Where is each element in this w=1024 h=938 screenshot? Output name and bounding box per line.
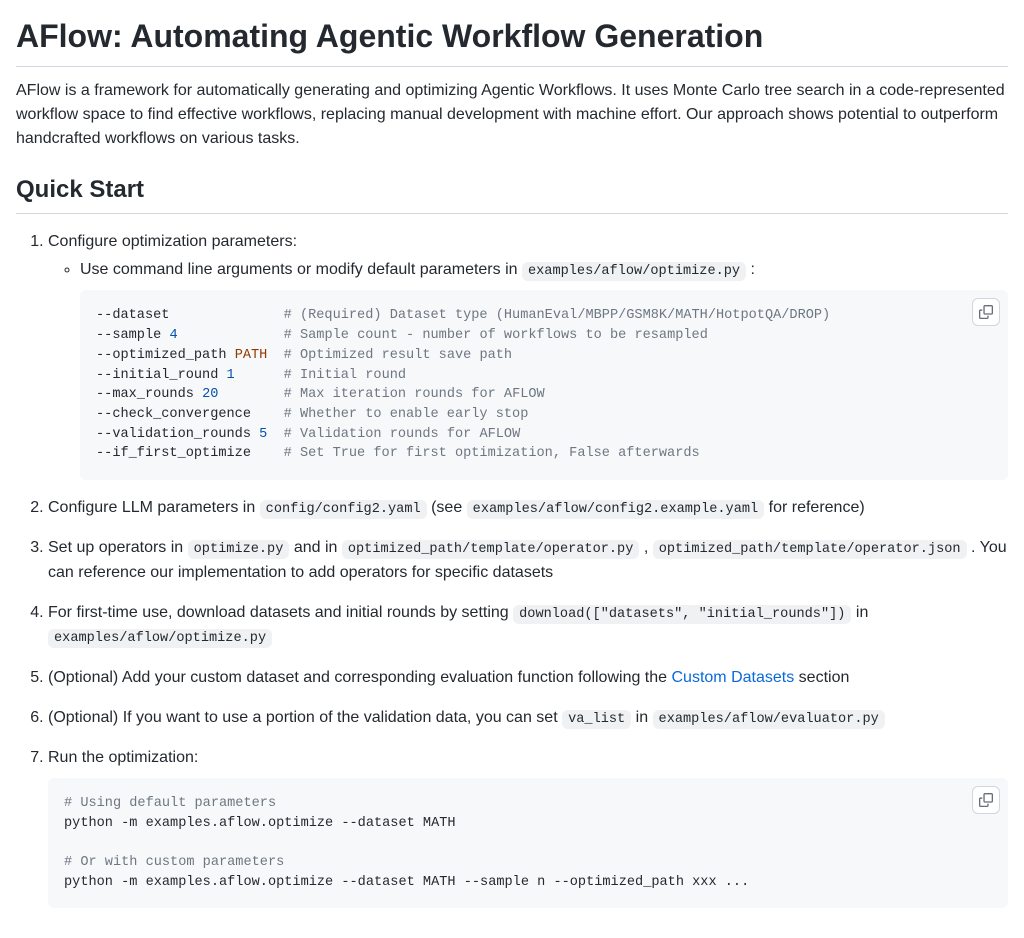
- step-7-intro: Run the optimization:: [48, 749, 198, 766]
- step-6-prefix: (Optional) If you want to use a portion …: [48, 709, 562, 726]
- step-2-prefix: Configure LLM parameters in: [48, 499, 260, 516]
- step-3-code-3: optimized_path/template/operator.json: [653, 540, 967, 559]
- step-1-bullet: Use command line arguments or modify def…: [80, 258, 1008, 480]
- step-2: Configure LLM parameters in config/confi…: [48, 496, 1008, 520]
- step-6-code-2: examples/aflow/evaluator.py: [653, 710, 885, 729]
- step-1-intro: Configure optimization parameters:: [48, 233, 297, 250]
- step-4-code-2: examples/aflow/optimize.py: [48, 629, 272, 648]
- step-6-code-1: va_list: [562, 710, 631, 729]
- step-1-bullet-code: examples/aflow/optimize.py: [522, 262, 746, 281]
- step-7: Run the optimization: # Using default pa…: [48, 746, 1008, 909]
- step-6: (Optional) If you want to use a portion …: [48, 706, 1008, 730]
- step-5-prefix: (Optional) Add your custom dataset and c…: [48, 669, 672, 686]
- intro-paragraph: AFlow is a framework for automatically g…: [16, 79, 1008, 151]
- copy-icon: [979, 792, 993, 808]
- copy-button[interactable]: [972, 298, 1000, 326]
- step-6-mid: in: [631, 709, 652, 726]
- step-4-code-1: download(["datasets", "initial_rounds"]): [513, 605, 851, 624]
- copy-icon: [979, 304, 993, 320]
- quickstart-steps: Configure optimization parameters: Use c…: [16, 230, 1008, 908]
- step-3-mid-1: and in: [289, 539, 341, 556]
- copy-button[interactable]: [972, 786, 1000, 814]
- step-2-suffix: for reference): [764, 499, 864, 516]
- params-codeblock: --dataset # (Required) Dataset type (Hum…: [80, 290, 1008, 480]
- step-3-mid-2: ,: [639, 539, 652, 556]
- step-3-code-2: optimized_path/template/operator.py: [342, 540, 640, 559]
- run-codeblock: # Using default parameters python -m exa…: [48, 778, 1008, 909]
- step-4: For first-time use, download datasets an…: [48, 601, 1008, 650]
- step-4-prefix: For first-time use, download datasets an…: [48, 604, 513, 621]
- custom-datasets-link[interactable]: Custom Datasets: [672, 669, 795, 686]
- step-1-bullet-prefix: Use command line arguments or modify def…: [80, 261, 522, 278]
- step-2-code-1: config/config2.yaml: [260, 500, 427, 519]
- step-5-suffix: section: [794, 669, 849, 686]
- quickstart-heading: Quick Start: [16, 175, 1008, 214]
- page-title: AFlow: Automating Agentic Workflow Gener…: [16, 16, 1008, 67]
- step-1: Configure optimization parameters: Use c…: [48, 230, 1008, 480]
- step-5: (Optional) Add your custom dataset and c…: [48, 666, 1008, 690]
- step-3-code-1: optimize.py: [188, 540, 290, 559]
- step-2-mid: (see: [427, 499, 467, 516]
- step-3: Set up operators in optimize.py and in o…: [48, 536, 1008, 584]
- step-3-prefix: Set up operators in: [48, 539, 188, 556]
- step-4-mid: in: [851, 604, 868, 621]
- step-2-code-2: examples/aflow/config2.example.yaml: [467, 500, 765, 519]
- step-1-bullet-suffix: :: [746, 261, 755, 278]
